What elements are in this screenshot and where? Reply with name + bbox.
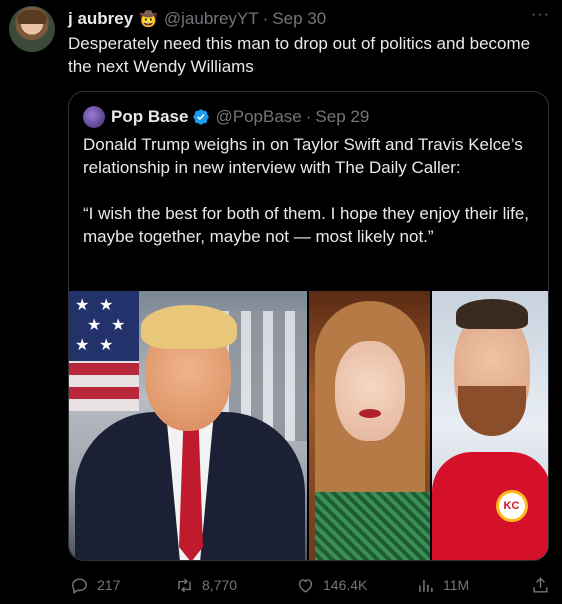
team-logo: KC [495, 490, 528, 522]
author-handle[interactable]: @jaubreyYT [164, 9, 259, 29]
author-emoji: 🤠 [139, 11, 158, 28]
face-graphic [335, 341, 405, 441]
author-name[interactable]: j aubrey [68, 9, 133, 29]
quoted-tweet-date: Sep 29 [315, 107, 370, 126]
tweet-header: j aubrey 🤠 @jaubreyYT · Sep 30 ··· [68, 6, 550, 30]
views-button[interactable]: 11M [416, 576, 469, 595]
quoted-tweet-text: Donald Trump weighs in on Taylor Swift a… [83, 135, 530, 246]
views-count: 11M [443, 577, 470, 593]
like-button[interactable]: 146.4K [296, 576, 367, 595]
reply-icon [72, 577, 87, 594]
tweet-text: Desperately need this man to drop out of… [68, 34, 531, 76]
trump-photo[interactable]: ★ ★ ★ ★ ★ ★ [69, 291, 307, 560]
quoted-author-handle: @PopBase [215, 107, 302, 126]
reply-count: 217 [97, 577, 121, 593]
separator-dot: · [262, 9, 269, 28]
more-icon[interactable]: ··· [531, 6, 550, 24]
quoted-tweet[interactable]: Pop Base @PopBase · Sep 29 Donald Trump … [68, 91, 549, 561]
lips-graphic [359, 409, 381, 418]
beard-graphic [457, 386, 526, 436]
like-icon [298, 578, 313, 593]
tweet-date[interactable]: Sep 30 [272, 9, 326, 29]
flag-graphic: ★ ★ ★ ★ ★ ★ [69, 291, 139, 411]
like-count: 146.4K [323, 577, 368, 593]
retweet-button[interactable]: 8,770 [175, 576, 237, 595]
jersey-graphic [431, 452, 548, 560]
quoted-author-avatar [83, 106, 105, 128]
retweet-icon [178, 578, 191, 592]
quoted-author-name: Pop Base [111, 107, 189, 126]
separator-dot: · [305, 107, 312, 126]
reply-button[interactable]: 217 [70, 576, 120, 595]
hair-graphic [455, 299, 528, 329]
share-button[interactable] [531, 576, 558, 595]
media-grid: ★ ★ ★ ★ ★ ★ KC [69, 291, 548, 560]
views-icon [419, 579, 433, 592]
flag-canton: ★ ★ ★ ★ ★ ★ [69, 291, 139, 361]
travis-kelce-photo[interactable]: KC [431, 291, 548, 560]
author-avatar[interactable] [9, 6, 55, 52]
action-bar: 217 8,770 146.4K 11M [70, 572, 550, 598]
retweet-count: 8,770 [202, 577, 238, 593]
avatar-hair [17, 10, 47, 24]
quoted-tweet-header: Pop Base @PopBase · Sep 29 [83, 106, 369, 128]
verified-icon [193, 109, 210, 125]
hair-graphic [141, 305, 237, 349]
taylor-swift-photo[interactable] [309, 291, 430, 560]
share-icon [533, 576, 548, 593]
dress-graphic [315, 492, 430, 560]
